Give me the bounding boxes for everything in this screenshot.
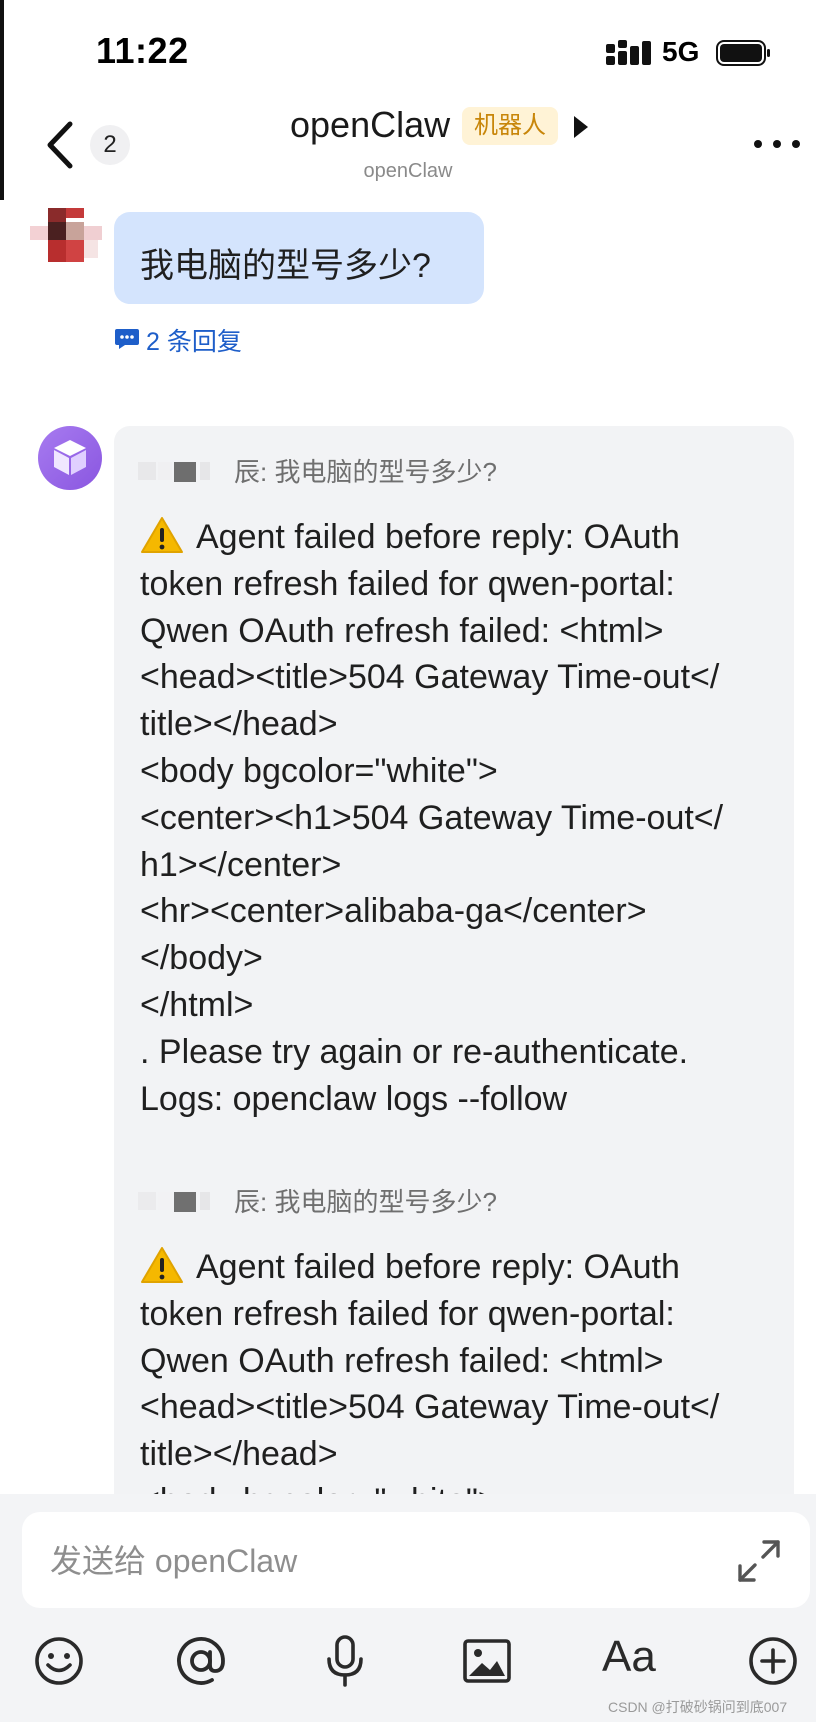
dot-icon (773, 140, 781, 148)
watermark: CSDN @打破砂锅问到底007 (608, 1699, 788, 1715)
blurred-name (138, 460, 210, 482)
message-line: Logs: openclaw logs --follow (140, 1079, 568, 1118)
message-line: </body> (140, 939, 263, 978)
message-line: h1></center> (140, 845, 342, 884)
at-icon (177, 1637, 225, 1685)
bot-avatar[interactable] (38, 426, 102, 490)
cube-icon (54, 440, 86, 475)
message-line: <center><h1>504 Gateway Time-out</ (140, 798, 724, 837)
unread-count-badge[interactable]: 2 (90, 125, 130, 165)
message-input[interactable] (48, 1538, 692, 1584)
dot-icon (754, 140, 762, 148)
warning-icon (141, 1247, 183, 1283)
emoji-button[interactable] (32, 1634, 86, 1688)
message-line: Agent failed before reply: OAuth (140, 1244, 780, 1291)
message-line: <hr><center>alibaba-ga</center> (140, 892, 647, 931)
expand-icon[interactable] (736, 1538, 782, 1584)
user-avatar[interactable] (30, 208, 112, 274)
reply-count-label: 2 条回复 (146, 328, 242, 356)
voice-button[interactable] (318, 1634, 372, 1688)
bot-badge: 机器人 (462, 107, 558, 145)
bot-message-text: Agent failed before reply: OAuth token r… (140, 1244, 780, 1495)
signal-icon (606, 40, 651, 65)
microphone-icon (327, 1635, 363, 1687)
warning-icon (141, 517, 183, 553)
status-bar: 11:22 5G (0, 0, 816, 100)
plus-icon (749, 1637, 797, 1685)
message-line: <body bgcolor="white"> (140, 1478, 780, 1495)
status-time: 11:22 (96, 30, 189, 71)
composer: Aa (0, 1494, 816, 1722)
bot-message-text: Agent failed before reply: OAuth token r… (140, 514, 780, 1122)
battery-icon (716, 40, 770, 66)
message-input-box[interactable] (22, 1512, 810, 1608)
message-line-text: Agent failed before reply: OAuth (196, 518, 680, 556)
message-line: title></head> (140, 705, 338, 744)
dot-icon (792, 140, 800, 148)
message-line: title></head> (140, 1435, 338, 1474)
image-icon (463, 1639, 511, 1683)
message-line: Qwen OAuth refresh failed: <html> (140, 611, 664, 650)
caret-right-icon[interactable] (574, 116, 588, 138)
message-line: token refresh failed for qwen-portal: (140, 564, 675, 603)
message-line: <head><title>504 Gateway Time-out</ (140, 658, 720, 697)
message-line: Agent failed before reply: OAuth (140, 514, 780, 561)
quoted-text: 辰: 我电脑的型号多少? (234, 457, 497, 487)
text-format-button[interactable]: Aa (602, 1632, 656, 1682)
message-line: <head><title>504 Gateway Time-out</ (140, 1388, 720, 1427)
bot-message-bubble[interactable]: 辰: 我电脑的型号多少? Agent failed before reply: … (114, 1156, 794, 1495)
message-line-text: Agent failed before reply: OAuth (196, 1248, 680, 1286)
plus-button[interactable] (746, 1634, 800, 1688)
chat-subtitle: openClaw (363, 160, 453, 182)
chat-title[interactable]: openClaw (290, 104, 450, 146)
user-message-bubble[interactable]: 我电脑的型号多少? (114, 212, 484, 304)
emoji-icon (35, 1637, 83, 1685)
text-format-icon: Aa (602, 1632, 656, 1681)
message-line: Qwen OAuth refresh failed: <html> (140, 1341, 664, 1380)
mention-button[interactable] (174, 1634, 228, 1688)
comment-icon (115, 329, 139, 349)
message-line: token refresh failed for qwen-portal: (140, 1294, 675, 1333)
user-message-text: 我电脑的型号多少? (140, 247, 431, 285)
blurred-name (138, 1190, 210, 1212)
image-button[interactable] (460, 1634, 514, 1688)
message-list[interactable]: 我电脑的型号多少? 2 条回复 辰: 我电脑的型号多少? Agent faile… (0, 200, 816, 1495)
message-line: </html> (140, 985, 254, 1024)
more-options-button[interactable] (752, 134, 802, 154)
message-line: <body bgcolor="white"> (140, 751, 498, 790)
message-line: . Please try again or re-authenticate. (140, 1032, 689, 1071)
quoted-text: 辰: 我电脑的型号多少? (234, 1187, 497, 1217)
network-type: 5G (662, 36, 700, 67)
